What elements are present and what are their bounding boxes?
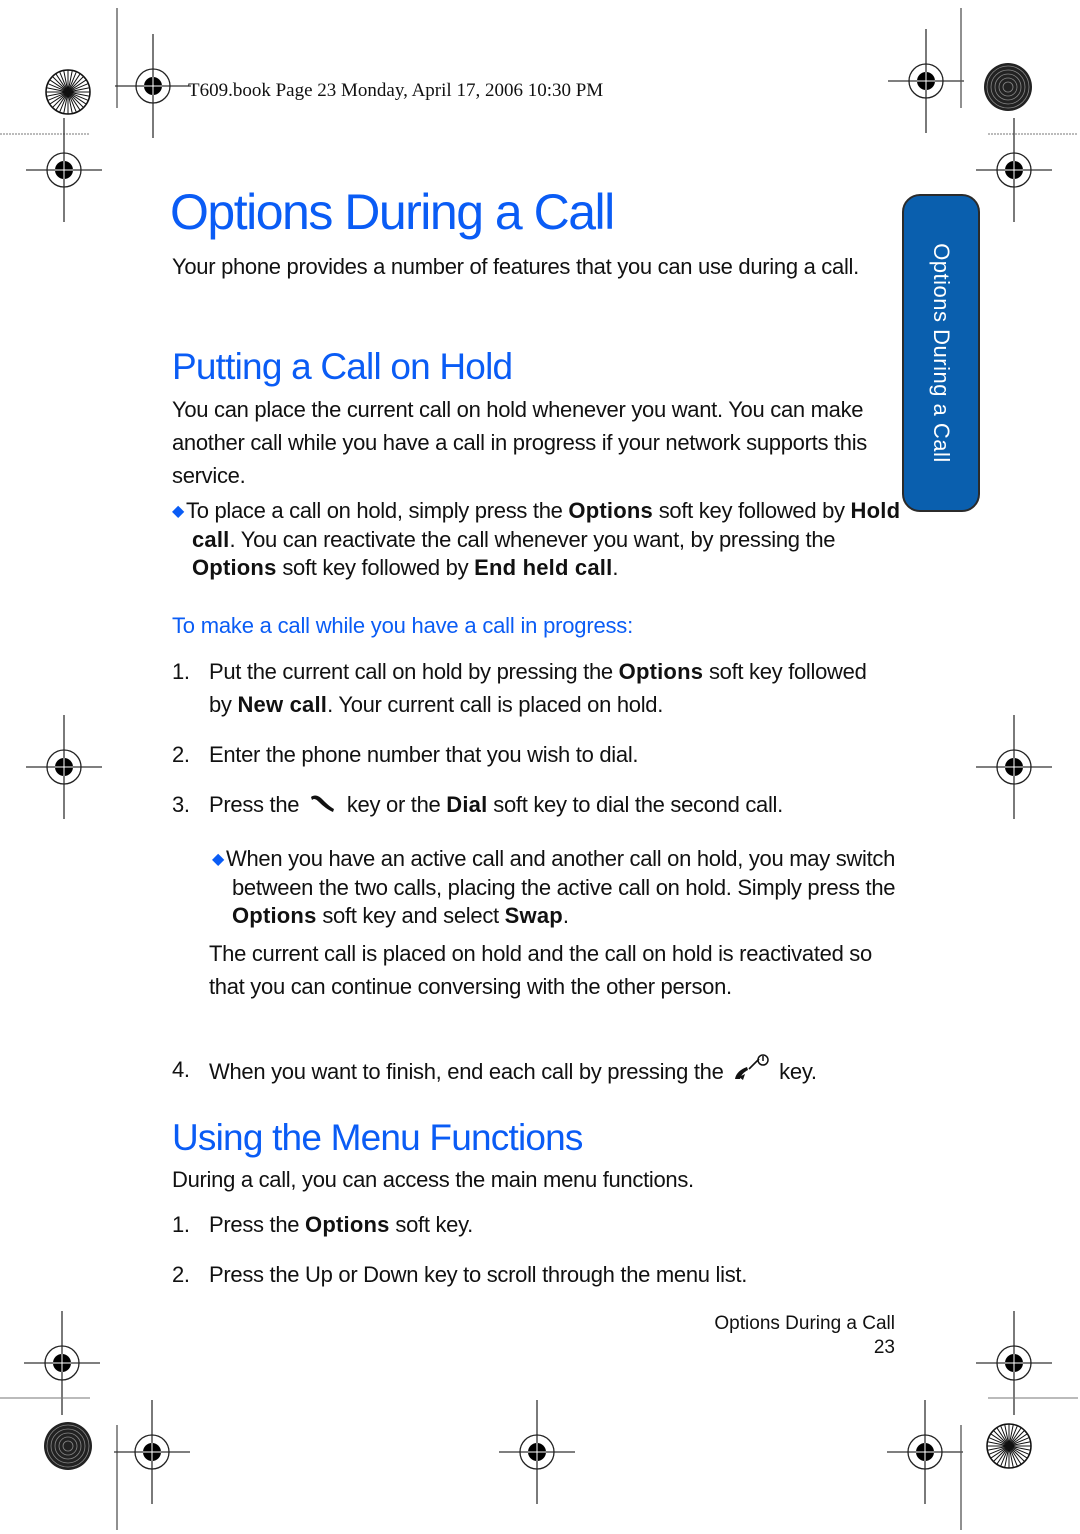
page-number: 23 [873,1337,895,1358]
registration-mark [114,33,192,139]
registration-mark [975,714,1053,820]
section-heading-menu: Using the Menu Functions [172,1117,583,1158]
registration-mark [887,28,965,134]
ring-mark [43,1421,93,1471]
end-power-key-icon [729,1053,773,1083]
page-footer: Options During a Call 23 [714,1312,895,1360]
print-header: T609.book Page 23 Monday, April 17, 2006… [188,80,604,101]
registration-mark [113,1399,191,1505]
step-1: 1. Put the current call on hold by press… [172,659,867,717]
menu-paragraph: During a call, you can access the main m… [172,1167,694,1192]
side-tab: Options During a Call [902,194,980,512]
step-4: 4. When you want to finish, end each cal… [172,1053,892,1088]
swap-note: The current call is placed on hold and t… [209,941,872,999]
swap-bullet: ◆When you have an active call and anothe… [212,846,896,928]
menu-step-2: 2. Press the Up or Down key to scroll th… [172,1262,748,1287]
section-heading-hold: Putting a Call on Hold [172,346,513,387]
registration-mark [886,1399,964,1505]
diamond-bullet-icon: ◆ [212,851,225,868]
diamond-bullet-icon: ◆ [172,503,185,520]
side-tab-label: Options During a Call [929,243,954,463]
intro-paragraph: Your phone provides a number of features… [172,254,859,279]
step-2: 2. Enter the phone number that you wish … [172,742,639,767]
menu-step-1: 1. Press the Options soft key. [172,1212,473,1237]
footer-section-title: Options During a Call [714,1313,895,1334]
procedure-title: To make a call while you have a call in … [172,613,633,638]
starburst-mark [986,1423,1032,1469]
hold-bullet: ◆To place a call on hold, simply press t… [172,498,901,580]
hold-paragraph: You can place the current call on hold w… [172,397,868,488]
ring-mark [983,62,1033,112]
send-key-icon [305,790,341,812]
registration-mark [975,1310,1053,1416]
registration-mark [498,1399,576,1505]
registration-mark [25,714,103,820]
starburst-mark [45,69,91,115]
registration-mark [23,1310,101,1416]
step-3: 3. Press the key or the Dial soft key to… [172,790,783,817]
page-title: Options During a Call [170,184,615,240]
